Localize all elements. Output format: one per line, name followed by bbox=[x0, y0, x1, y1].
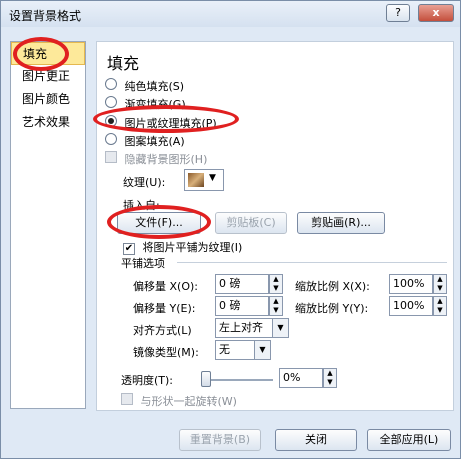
hide-background-checkbox[interactable] bbox=[105, 151, 117, 163]
chevron-down-icon: ▼ bbox=[209, 173, 216, 183]
offset-y-label: 偏移量 Y(E): bbox=[133, 302, 196, 315]
close-window-button[interactable]: x bbox=[418, 4, 454, 22]
chevron-down-icon: ▼ bbox=[272, 319, 288, 337]
texture-swatch-icon bbox=[188, 173, 204, 187]
mirror-type-value: 无 bbox=[219, 343, 230, 356]
file-button[interactable]: 文件(F)... bbox=[117, 212, 201, 234]
tile-options-divider bbox=[177, 262, 447, 263]
solid-fill-option[interactable]: 纯色填充(S) bbox=[105, 78, 184, 94]
alignment-value: 左上对齐 bbox=[219, 321, 263, 334]
solid-fill-radio[interactable] bbox=[105, 78, 117, 90]
chevron-down-icon: ▼ bbox=[254, 341, 270, 359]
sidebar-item-fill[interactable]: 填充 bbox=[11, 42, 85, 65]
tile-texture-checkbox[interactable]: ✔ bbox=[123, 243, 135, 255]
sidebar-item-artistic-effects[interactable]: 艺术效果 bbox=[11, 111, 85, 134]
gradient-fill-label: 渐变填充(G) bbox=[124, 98, 186, 111]
tile-texture-label: 将图片平铺为纹理(I) bbox=[142, 241, 243, 254]
reset-background-button[interactable]: 重置背景(B) bbox=[179, 429, 261, 451]
apply-to-all-button[interactable]: 全部应用(L) bbox=[367, 429, 451, 451]
scale-x-input[interactable]: 100% bbox=[389, 274, 433, 294]
scale-x-label: 缩放比例 X(X): bbox=[295, 280, 370, 293]
pattern-fill-option[interactable]: 图案填充(A) bbox=[105, 133, 185, 149]
mirror-type-select[interactable]: 无 ▼ bbox=[215, 340, 271, 360]
scale-x-spinner[interactable]: ▲ ▼ bbox=[433, 274, 447, 294]
offset-x-input[interactable]: 0 磅 bbox=[215, 274, 269, 294]
offset-y-spinner[interactable]: ▲ ▼ bbox=[269, 296, 283, 316]
close-button[interactable]: 关闭 bbox=[275, 429, 357, 451]
alignment-label: 对齐方式(L) bbox=[133, 324, 192, 337]
picture-texture-fill-option[interactable]: 图片或纹理填充(P) bbox=[105, 115, 217, 131]
texture-label: 纹理(U): bbox=[123, 176, 166, 189]
transparency-slider-track[interactable] bbox=[203, 379, 273, 381]
sidebar-item-picture-corrections[interactable]: 图片更正 bbox=[11, 65, 85, 88]
window-title: 设置背景格式 bbox=[9, 9, 82, 23]
scale-y-spinner[interactable]: ▲ ▼ bbox=[433, 296, 447, 316]
format-background-dialog: 设置背景格式 ? x 填充 图片更正 图片颜色 艺术效果 填充 纯色填充(S) … bbox=[0, 0, 461, 459]
offset-x-spinner[interactable]: ▲ ▼ bbox=[269, 274, 283, 294]
fill-panel: 填充 纯色填充(S) 渐变填充(G) 图片或纹理填充(P) 图案填充(A) 隐藏… bbox=[96, 41, 454, 411]
gradient-fill-radio[interactable] bbox=[105, 96, 117, 108]
rotate-with-shape-label: 与形状一起旋转(W) bbox=[140, 395, 237, 408]
help-button[interactable]: ? bbox=[386, 4, 410, 22]
category-sidebar: 填充 图片更正 图片颜色 艺术效果 bbox=[10, 41, 86, 409]
mirror-type-label: 镜像类型(M): bbox=[133, 346, 199, 359]
gradient-fill-option[interactable]: 渐变填充(G) bbox=[105, 96, 186, 112]
picture-texture-fill-label: 图片或纹理填充(P) bbox=[124, 117, 217, 130]
tile-options-heading: 平铺选项 bbox=[121, 257, 165, 270]
solid-fill-label: 纯色填充(S) bbox=[124, 80, 185, 93]
picture-texture-fill-radio[interactable] bbox=[105, 115, 117, 127]
clipboard-button[interactable]: 剪贴板(C) bbox=[215, 212, 287, 234]
scale-y-input[interactable]: 100% bbox=[389, 296, 433, 316]
panel-heading: 填充 bbox=[107, 54, 140, 73]
scale-y-label: 缩放比例 Y(Y): bbox=[295, 302, 369, 315]
pattern-fill-radio[interactable] bbox=[105, 133, 117, 145]
texture-picker[interactable]: ▼ bbox=[184, 169, 224, 191]
rotate-with-shape-option[interactable]: 与形状一起旋转(W) bbox=[121, 393, 237, 409]
hide-background-label: 隐藏背景图形(H) bbox=[124, 153, 208, 166]
clipart-button[interactable]: 剪贴画(R)... bbox=[297, 212, 385, 234]
tile-texture-option[interactable]: ✔ 将图片平铺为纹理(I) bbox=[123, 239, 242, 255]
offset-x-label: 偏移量 X(O): bbox=[133, 280, 198, 293]
pattern-fill-label: 图案填充(A) bbox=[124, 135, 185, 148]
transparency-spinner[interactable]: ▲ ▼ bbox=[323, 368, 337, 388]
title-bar: 设置背景格式 ? x bbox=[1, 1, 460, 27]
transparency-slider-thumb[interactable] bbox=[201, 371, 211, 387]
offset-y-input[interactable]: 0 磅 bbox=[215, 296, 269, 316]
alignment-select[interactable]: 左上对齐 ▼ bbox=[215, 318, 289, 338]
hide-background-option[interactable]: 隐藏背景图形(H) bbox=[105, 151, 207, 167]
sidebar-item-picture-color[interactable]: 图片颜色 bbox=[11, 88, 85, 111]
transparency-label: 透明度(T): bbox=[121, 374, 174, 387]
insert-from-label: 插入自: bbox=[123, 199, 160, 212]
transparency-input[interactable]: 0% bbox=[279, 368, 323, 388]
rotate-with-shape-checkbox[interactable] bbox=[121, 393, 133, 405]
